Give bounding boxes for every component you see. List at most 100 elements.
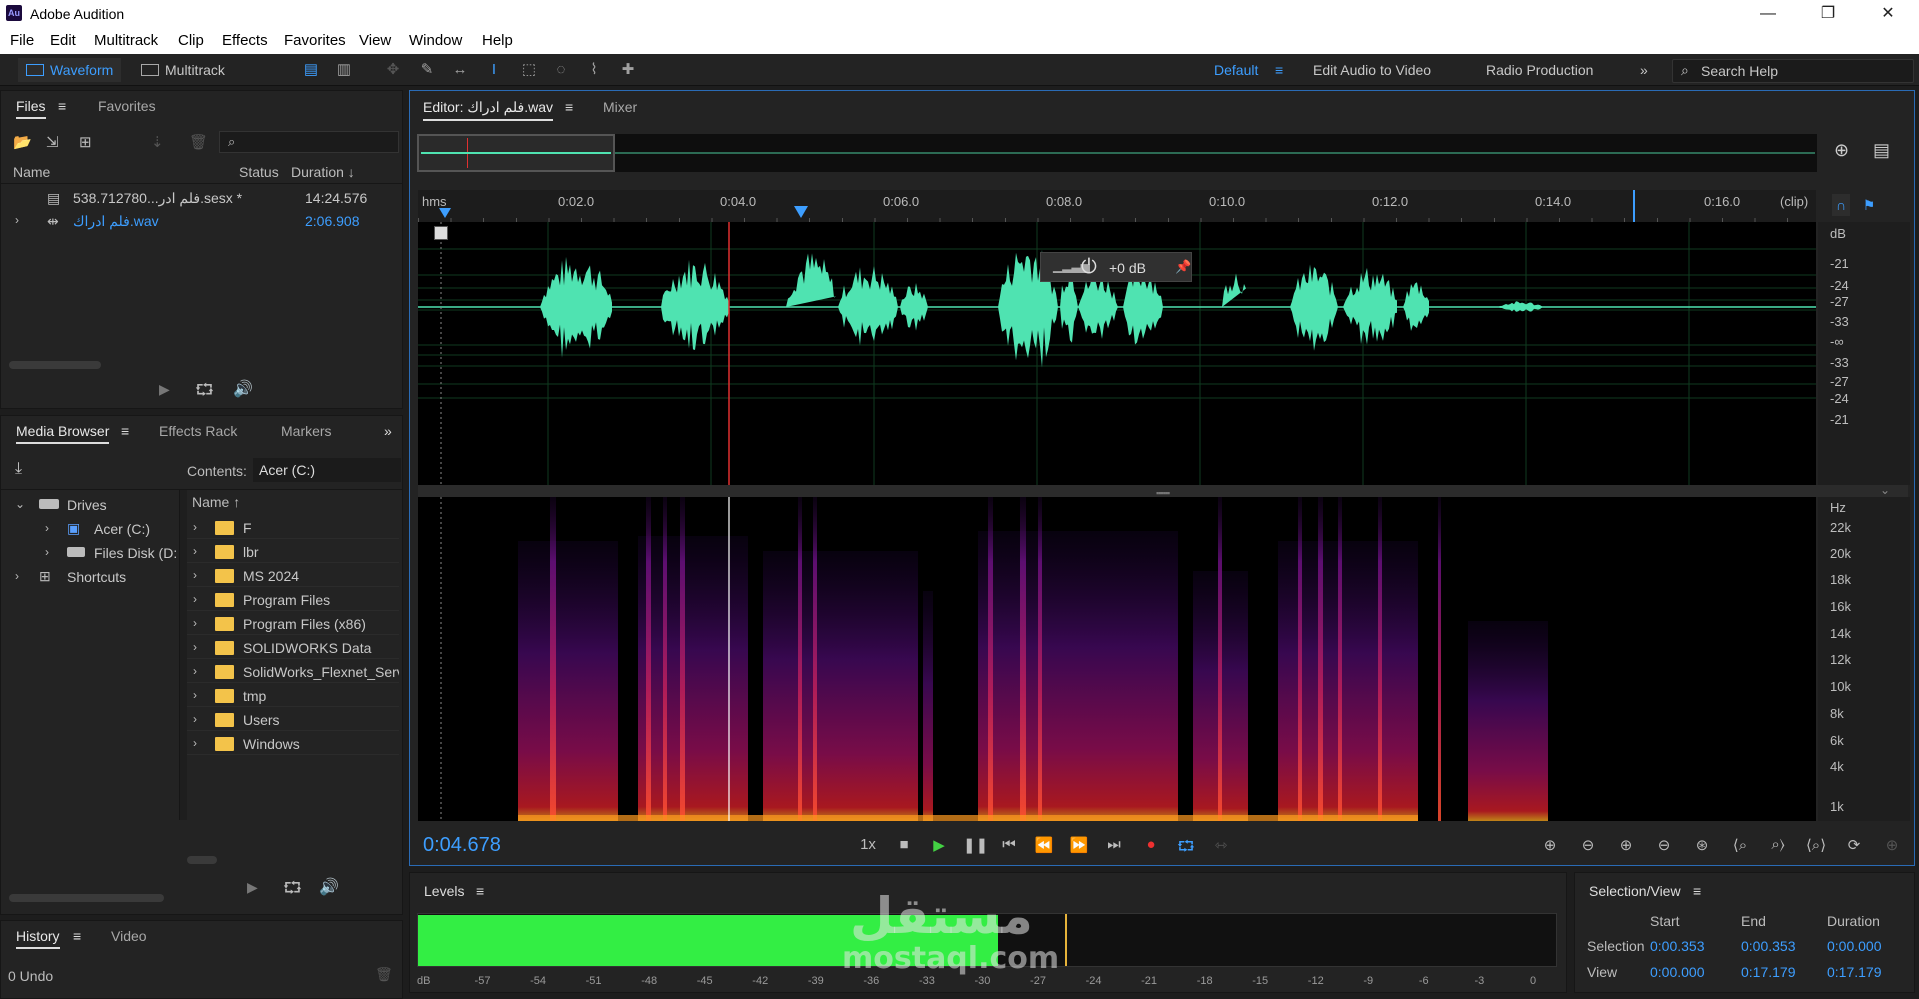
collapse-chevron-icon[interactable]: ⌄ xyxy=(15,497,25,511)
expand-chevron-icon[interactable]: › xyxy=(193,688,197,702)
zoom-out-full-icon[interactable]: ⊛ xyxy=(1691,836,1713,854)
tab-history[interactable]: History xyxy=(16,928,60,949)
time-ruler[interactable]: hms 0:02.0 0:04.0 0:06.0 0:08.0 0:10.0 0… xyxy=(418,190,1816,222)
loop-playback-icon[interactable]: ⮔ xyxy=(1175,836,1197,861)
menu-help[interactable]: Help xyxy=(482,32,513,49)
zoom-in-amplitude-icon[interactable]: ⊕ xyxy=(1539,836,1561,854)
more-tabs-icon[interactable]: » xyxy=(384,423,392,439)
zoom-in-right-icon[interactable]: ⌕⟩ xyxy=(1767,836,1789,853)
file-row-wav[interactable]: › ⇹ فلم ادراك.wav 2:06.908 xyxy=(1,210,402,232)
media-scrollbar[interactable] xyxy=(187,856,217,864)
skip-selection-icon[interactable]: ⇿ xyxy=(1210,836,1232,854)
menu-view[interactable]: View xyxy=(359,32,391,49)
menu-edit[interactable]: Edit xyxy=(50,32,76,49)
tree-shortcuts[interactable]: › ⊞ Shortcuts xyxy=(1,566,181,588)
zoom-channel-icon[interactable]: ⊕ xyxy=(1881,836,1903,854)
expand-chevron-icon[interactable]: › xyxy=(193,568,197,582)
contents-dropdown[interactable]: Acer (C:) xyxy=(253,458,401,482)
levels-menu-icon[interactable]: ≡ xyxy=(476,883,484,899)
expand-chevron-icon[interactable]: › xyxy=(15,213,19,227)
restore-button[interactable]: ❐ xyxy=(1798,0,1858,28)
multitrack-view-button[interactable]: Multitrack xyxy=(133,58,233,82)
tab-media-browser[interactable]: Media Browser xyxy=(16,423,110,444)
delete-file-icon[interactable]: 🗑 xyxy=(189,133,208,151)
expand-chevron-icon[interactable]: › xyxy=(45,521,49,535)
media-panel-menu-icon[interactable]: ≡ xyxy=(121,423,129,439)
lasso-tool-icon[interactable]: ◌ xyxy=(550,59,572,81)
close-button[interactable]: ✕ xyxy=(1858,0,1918,28)
editor-menu-icon[interactable]: ≡ xyxy=(565,99,573,115)
marker-icon[interactable]: ⚑ xyxy=(1860,194,1878,216)
rewind-icon[interactable]: ⏪ xyxy=(1033,836,1055,854)
workspace-radio-production[interactable]: Radio Production xyxy=(1486,62,1593,78)
menu-clip[interactable]: Clip xyxy=(178,32,204,49)
media-loop-icon[interactable]: ⮔ xyxy=(283,877,302,904)
column-duration[interactable]: Duration ↓ xyxy=(291,164,355,180)
folder-row[interactable]: › lbr xyxy=(187,541,399,563)
workspace-default[interactable]: Default xyxy=(1214,62,1258,78)
tree-files-disk[interactable]: › Files Disk (D: xyxy=(1,542,181,564)
divider-collapse-icon[interactable]: ⌄ xyxy=(1880,483,1890,497)
tab-video[interactable]: Video xyxy=(111,928,147,944)
selection-end[interactable]: 0:00.353 xyxy=(1741,938,1796,954)
waveform-view-button[interactable]: Waveform xyxy=(18,58,122,82)
tree-splitter[interactable] xyxy=(179,490,187,820)
loop-preview-icon[interactable]: ⮔ xyxy=(195,379,214,406)
expand-chevron-icon[interactable]: › xyxy=(15,569,19,583)
view-start[interactable]: 0:00.000 xyxy=(1650,964,1705,980)
zoom-selection-icon[interactable]: ⟨⌕⟩ xyxy=(1805,836,1827,854)
folder-row[interactable]: › MS 2024 xyxy=(187,565,399,587)
open-file-icon[interactable]: 📂 xyxy=(13,133,32,151)
expand-chevron-icon[interactable]: › xyxy=(193,616,197,630)
folder-row[interactable]: › Program Files (x86) xyxy=(187,613,399,635)
playback-speed[interactable]: 1x xyxy=(854,836,882,853)
stop-icon[interactable]: ■ xyxy=(893,836,915,853)
record-icon[interactable]: ● xyxy=(1140,836,1162,853)
tab-editor[interactable]: Editor: فلم ادراك.wav xyxy=(423,99,554,121)
expand-chevron-icon[interactable]: › xyxy=(193,640,197,654)
import-icon[interactable]: ⇲ xyxy=(46,133,59,151)
marquee-tool-icon[interactable]: ⬚ xyxy=(518,59,540,81)
menu-multitrack[interactable]: Multitrack xyxy=(94,32,158,49)
zoom-reset-icon[interactable]: ⟳ xyxy=(1843,836,1865,854)
expand-chevron-icon[interactable]: › xyxy=(193,712,197,726)
history-menu-icon[interactable]: ≡ xyxy=(73,928,81,944)
spot-healing-tool-icon[interactable]: ✚ xyxy=(617,59,639,81)
search-help-input[interactable]: ⌕ Search Help xyxy=(1672,59,1914,83)
zoom-in-left-icon[interactable]: ⟨⌕ xyxy=(1729,836,1751,854)
files-search-input[interactable]: ⌕ xyxy=(219,131,399,153)
fast-forward-icon[interactable]: ⏩ xyxy=(1068,836,1090,854)
folder-row[interactable]: › Windows xyxy=(187,733,399,755)
time-selection-tool-icon[interactable]: I xyxy=(483,59,505,81)
go-to-start-icon[interactable]: ⏮ xyxy=(998,836,1020,853)
workspace-edit-audio-video[interactable]: Edit Audio to Video xyxy=(1313,62,1431,78)
tab-effects-rack[interactable]: Effects Rack xyxy=(159,423,237,439)
overview-bar[interactable] xyxy=(417,134,1817,172)
files-scrollbar[interactable] xyxy=(9,361,101,369)
snap-icon[interactable]: ∩ xyxy=(1832,194,1850,216)
folder-row[interactable]: › SOLIDWORKS Data xyxy=(187,637,399,659)
zoom-to-fit-icon[interactable]: ⊕ xyxy=(1834,140,1849,161)
insert-icon[interactable]: ⇣ xyxy=(151,133,164,151)
gain-hud[interactable]: ▁▂▃▅ ⏻ +0 dB 📌 xyxy=(1040,252,1192,282)
zoom-out-time-icon[interactable]: ⊖ xyxy=(1653,836,1675,854)
expand-chevron-icon[interactable]: › xyxy=(193,544,197,558)
new-file-icon[interactable]: ⊞ xyxy=(79,133,92,151)
pitch-display-icon[interactable]: ▥ xyxy=(333,59,355,81)
folder-row[interactable]: › tmp xyxy=(187,685,399,707)
view-end[interactable]: 0:17.179 xyxy=(1741,964,1796,980)
minimize-button[interactable]: — xyxy=(1738,0,1798,28)
folder-row[interactable]: › Program Files xyxy=(187,589,399,611)
folder-row[interactable]: › SolidWorks_Flexnet_Serv xyxy=(187,661,399,683)
expand-chevron-icon[interactable]: › xyxy=(193,592,197,606)
auto-play-icon[interactable]: 🔊 xyxy=(233,379,253,399)
spectral-display-icon[interactable]: ▤ xyxy=(300,59,322,81)
name-header[interactable]: Name ↑ xyxy=(192,494,240,510)
files-panel-menu-icon[interactable]: ≡ xyxy=(58,98,66,114)
expand-chevron-icon[interactable]: › xyxy=(193,736,197,750)
gain-knob-icon[interactable]: ⏻ xyxy=(1081,256,1097,279)
menu-favorites[interactable]: Favorites xyxy=(284,32,346,49)
play-icon[interactable]: ▶ xyxy=(928,836,950,854)
workspace-menu-icon[interactable]: ≡ xyxy=(1275,62,1283,78)
gain-value[interactable]: +0 dB xyxy=(1109,260,1146,276)
